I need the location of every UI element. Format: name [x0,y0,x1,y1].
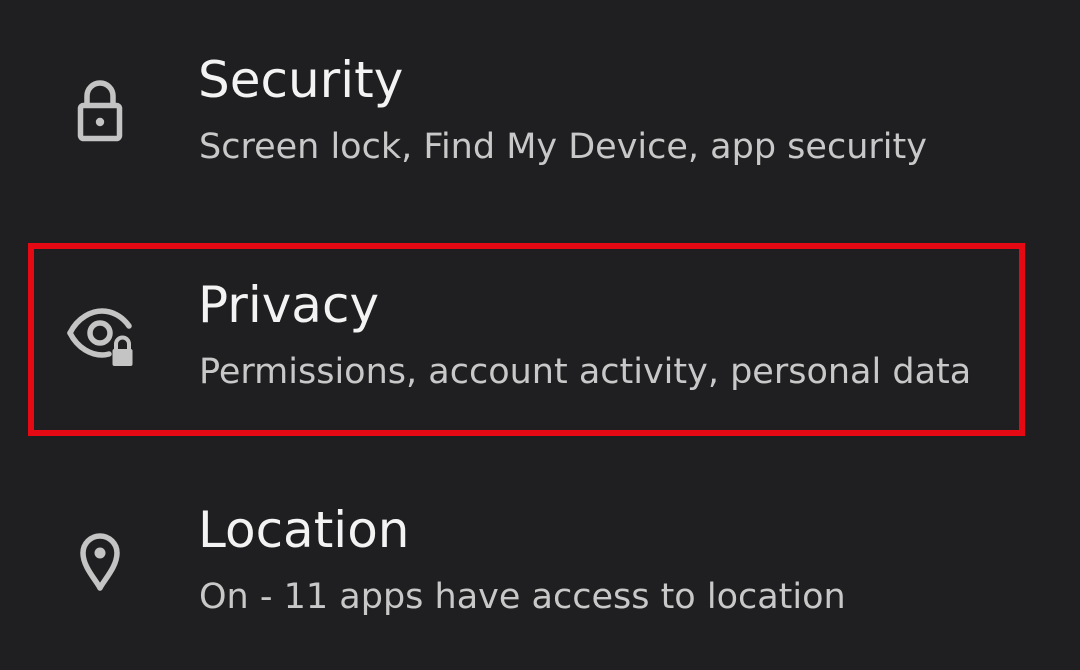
settings-item-location[interactable]: Location On - 11 apps have access to loc… [0,448,1080,670]
settings-item-privacy[interactable]: Privacy Permissions, account activity, p… [0,223,1080,447]
settings-item-security[interactable]: Security Screen lock, Find My Device, ap… [0,0,1080,222]
settings-list: Security Screen lock, Find My Device, ap… [0,0,1080,670]
item-summary: Permissions, account activity, personal … [199,352,972,392]
lock-icon [64,72,136,144]
item-title: Privacy [198,276,380,334]
eye-lock-icon [64,297,136,369]
item-summary: On - 11 apps have access to location [199,577,846,617]
item-title: Security [198,51,404,109]
item-summary: Screen lock, Find My Device, app securit… [199,127,927,167]
location-pin-icon [64,522,136,594]
item-title: Location [198,501,410,559]
